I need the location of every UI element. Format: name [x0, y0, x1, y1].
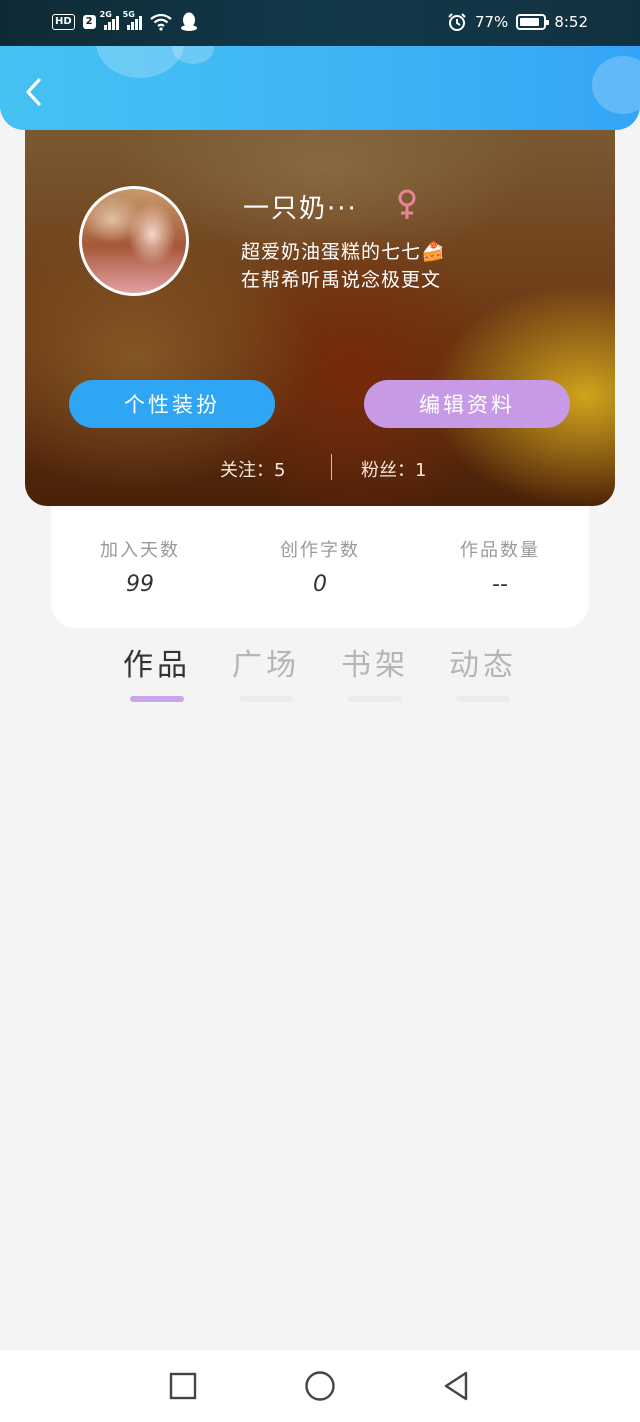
- status-bar: HD 2 2G 5G 77% 8:52: [0, 0, 640, 46]
- status-right: 77% 8:52: [447, 12, 588, 32]
- status-left: HD 2 2G 5G: [52, 10, 198, 32]
- top-header: [0, 46, 640, 130]
- bio-line: 超爱奶油蛋糕的七七🍰: [241, 241, 446, 263]
- system-back-button[interactable]: [438, 1368, 474, 1404]
- tab-indicator: [130, 696, 184, 702]
- profile-tabs: 作品 广场 书架 动态: [0, 640, 640, 710]
- signal-icon: 5G: [123, 10, 142, 30]
- hd-badge: HD: [52, 14, 75, 30]
- dress-up-button[interactable]: 个性装扮: [69, 380, 275, 428]
- recent-apps-icon: [169, 1372, 197, 1400]
- decor-bubble: [172, 46, 214, 64]
- stat-label: 创作字数: [280, 540, 360, 561]
- clock: 8:52: [554, 13, 588, 31]
- tab-label: 书架: [341, 648, 409, 683]
- back-button[interactable]: [18, 74, 48, 110]
- tab-activity[interactable]: 动态: [428, 640, 538, 702]
- tab-label: 动态: [449, 648, 517, 683]
- signal-icon: 2G: [100, 10, 119, 30]
- follow-stats: 关注：5 粉丝：1: [25, 452, 615, 482]
- tab-label: 广场: [232, 648, 300, 683]
- tab-indicator: [456, 696, 510, 702]
- chevron-left-icon: [26, 78, 41, 106]
- stat-label: 加入天数: [100, 540, 180, 561]
- fans-count[interactable]: 粉丝：1: [361, 456, 426, 482]
- tab-indicator: [239, 696, 293, 702]
- following-count[interactable]: 关注：5: [220, 456, 285, 482]
- tab-label: 作品: [123, 648, 191, 683]
- wifi-icon: [149, 13, 172, 31]
- qq-icon: [180, 12, 197, 31]
- stat-value: 0: [313, 572, 327, 597]
- stat-join-days: 加入天数 99: [60, 536, 220, 597]
- tab-indicator: [348, 696, 402, 702]
- nickname: 一只奶···: [243, 194, 358, 224]
- decor-bubble: [592, 56, 640, 114]
- avatar[interactable]: [79, 186, 189, 296]
- profile-card: 一只奶··· 超爱奶油蛋糕的七七🍰 在帮希听禹说念极更文 个性装扮 编辑资料 关…: [25, 126, 615, 506]
- back-icon: [444, 1371, 468, 1401]
- battery-percent: 77%: [474, 13, 509, 31]
- alarm-icon: [448, 13, 466, 31]
- edit-profile-button[interactable]: 编辑资料: [364, 380, 570, 428]
- signal-label: 2G: [99, 10, 112, 19]
- stat-works-count: 作品数量 --: [420, 536, 580, 597]
- bio-line: 在帮希听禹说念极更文: [241, 269, 442, 291]
- tab-works[interactable]: 作品: [102, 640, 212, 702]
- stats-card: 加入天数 99 创作字数 0 作品数量 --: [51, 500, 589, 628]
- home-button[interactable]: [302, 1368, 338, 1404]
- stat-word-count: 创作字数 0: [240, 536, 400, 597]
- decor-bubble: [96, 46, 184, 78]
- tab-bookshelf[interactable]: 书架: [320, 640, 430, 702]
- divider: [331, 454, 332, 480]
- system-nav-bar: [0, 1350, 640, 1422]
- battery-icon: [516, 14, 550, 30]
- tab-square[interactable]: 广场: [211, 640, 321, 702]
- female-gender-icon: [398, 189, 416, 219]
- bio: 超爱奶油蛋糕的七七🍰 在帮希听禹说念极更文: [241, 238, 446, 294]
- home-icon: [305, 1371, 335, 1401]
- signal-label: 5G: [122, 10, 135, 19]
- stat-value: 99: [126, 572, 154, 597]
- recent-apps-button[interactable]: [165, 1368, 201, 1404]
- stat-value: --: [492, 572, 508, 597]
- sim-badge: 2: [82, 15, 96, 29]
- stat-label: 作品数量: [460, 540, 540, 561]
